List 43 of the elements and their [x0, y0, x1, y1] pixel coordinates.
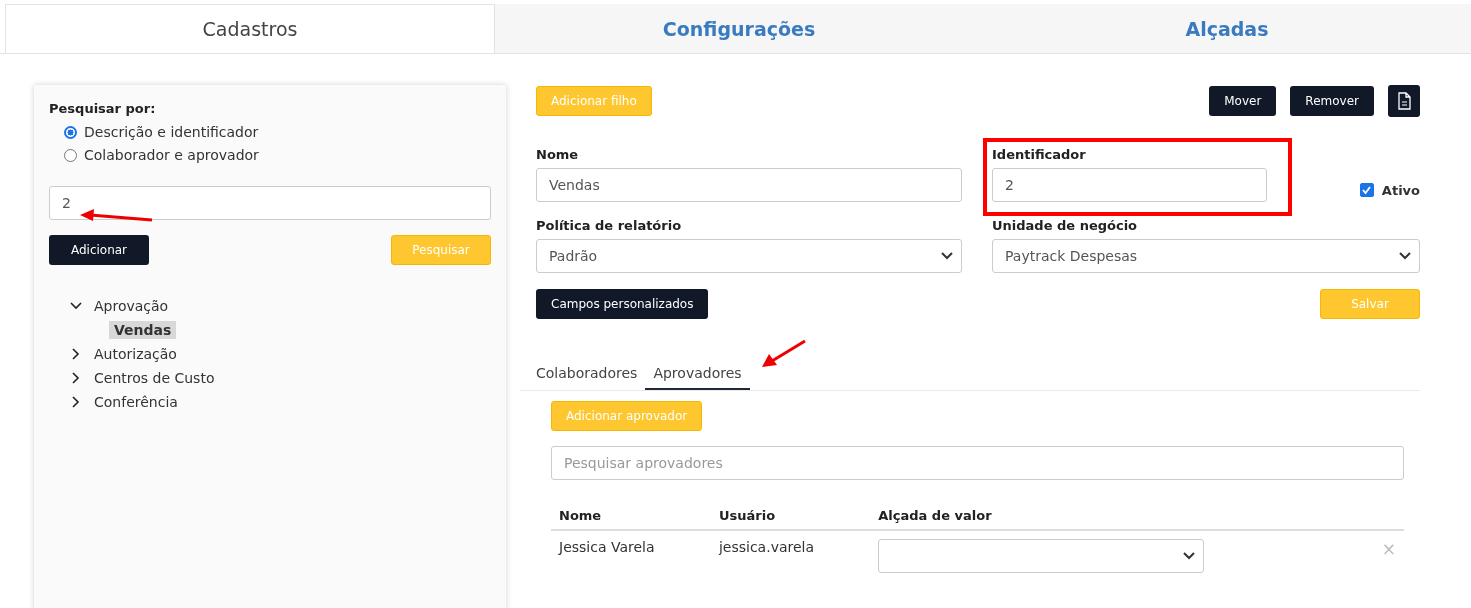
field-label: Unidade de negócio	[992, 218, 1139, 233]
identifier-field[interactable]: 2	[992, 168, 1267, 202]
table-cell: jessica.varela	[710, 530, 871, 581]
field-label: Identificador	[992, 147, 1087, 162]
tab[interactable]: Colaboradores	[528, 357, 646, 390]
caret-icon	[1183, 552, 1196, 560]
tree-item[interactable]: Vendas	[109, 321, 177, 339]
tree-item[interactable]: Autorização	[89, 345, 182, 363]
custom-fields-button[interactable]: Campos personalizados	[536, 289, 709, 319]
select-value: Paytrack Despesas	[1005, 248, 1138, 264]
search-field[interactable]: 2	[49, 186, 491, 220]
checkbox-label[interactable]: Ativo	[1381, 182, 1420, 198]
select-value: Padrão	[549, 248, 598, 264]
tab[interactable]: Cadastros	[5, 4, 495, 53]
caret-icon	[1399, 252, 1411, 260]
tree-item[interactable]: Aprovação	[89, 297, 174, 315]
document-button[interactable]	[1388, 85, 1420, 117]
column-header: Usuário	[710, 502, 871, 530]
tree-item[interactable]: Centros de Custo	[89, 369, 220, 387]
annotation-arrow	[762, 339, 806, 367]
tab[interactable]: Aprovadores	[645, 357, 750, 390]
tab[interactable]: Alçadas	[983, 4, 1471, 53]
name-field[interactable]: Vendas	[536, 168, 962, 202]
radio-button[interactable]	[64, 125, 77, 139]
radio-label[interactable]: Colaborador e aprovador	[84, 147, 259, 163]
tree-item[interactable]: Conferência	[89, 393, 183, 411]
document-icon	[1396, 92, 1412, 110]
field-label: Nome	[536, 147, 580, 162]
policy-select[interactable]: Padrão	[536, 239, 962, 273]
table-cell: Jessica Varela	[551, 530, 711, 581]
add-button[interactable]: Adicionar	[49, 235, 149, 265]
column-header: Nome	[551, 502, 711, 530]
checkbox[interactable]	[1359, 183, 1374, 197]
radio-label[interactable]: Descrição e identificador	[84, 124, 259, 140]
tab[interactable]: Configurações	[495, 4, 983, 53]
toolbar-button[interactable]: Mover	[1209, 86, 1277, 116]
caret-icon	[941, 252, 953, 260]
search-by-label: Pesquisar por:	[49, 101, 157, 116]
radio-button[interactable]	[64, 148, 77, 162]
business-unit-select[interactable]: Paytrack Despesas	[992, 239, 1420, 273]
field-label: Política de relatório	[536, 218, 683, 233]
column-header: Alçada de valor	[870, 502, 1361, 530]
toolbar-button[interactable]: Remover	[1290, 86, 1374, 116]
